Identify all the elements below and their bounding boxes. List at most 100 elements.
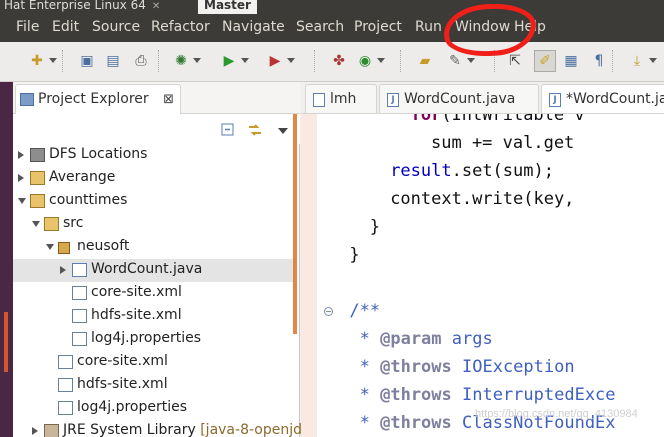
code-token: @throws	[380, 385, 452, 405]
chevron-down-icon[interactable]	[649, 58, 657, 63]
tab-project-explorer[interactable]: Project Explorer ⊠	[15, 84, 181, 114]
menu-window[interactable]: Window	[455, 19, 510, 35]
search-icon[interactable]: ✎	[446, 52, 475, 70]
java-file-icon: J	[387, 93, 399, 107]
new-java-package-icon[interactable]: ✤	[330, 52, 348, 70]
next-annotation-icon[interactable]: ⤓	[628, 52, 657, 70]
tree-item[interactable]: log4j.properties	[13, 328, 295, 351]
close-icon[interactable]: ⊠	[163, 92, 174, 107]
java-file-icon: J	[549, 93, 561, 107]
code-line: * @param args	[349, 329, 493, 349]
toolbar-separator	[62, 50, 63, 72]
expanded-arrow-icon[interactable]	[18, 198, 26, 204]
window-tab-master[interactable]: Master	[198, 0, 257, 14]
file-icon	[72, 286, 87, 300]
project-icon	[30, 171, 45, 185]
expanded-arrow-icon[interactable]	[46, 244, 54, 250]
code-token: sum += val.get	[431, 133, 575, 153]
perspective-icon[interactable]: ⇱	[506, 52, 524, 70]
chevron-down-icon[interactable]	[467, 58, 475, 63]
tab-wordcount-java[interactable]: J WordCount.java	[379, 84, 539, 113]
explorer-scrollbar[interactable]	[293, 114, 297, 334]
chevron-down-icon[interactable]	[241, 58, 249, 63]
menu-project[interactable]: Project	[354, 19, 402, 35]
debug-icon[interactable]: ✺	[172, 52, 201, 70]
close-icon[interactable]: ✕	[152, 1, 160, 12]
tree-item-label: Averange	[49, 169, 116, 185]
menu-edit[interactable]: Edit	[52, 19, 79, 35]
menu-help[interactable]: Help	[514, 19, 546, 35]
project-tree: DFS Locations Averange counttimes src neusof…	[13, 144, 310, 437]
tree-item[interactable]: hdfs-site.xml	[13, 374, 295, 397]
code-token: }	[349, 245, 360, 265]
code-token: *	[349, 385, 381, 405]
view-menu-icon[interactable]	[277, 122, 291, 136]
collapsed-arrow-icon[interactable]	[18, 174, 24, 182]
tree-item[interactable]: counttimes	[13, 190, 295, 213]
collapsed-arrow-icon[interactable]	[32, 427, 38, 435]
menu-refactor[interactable]: Refactor	[151, 19, 210, 35]
menu-navigate[interactable]: Navigate	[222, 19, 285, 35]
tree-item[interactable]: src	[13, 213, 295, 236]
menu-search[interactable]: Search	[296, 19, 344, 35]
chevron-down-icon[interactable]	[49, 58, 57, 63]
tree-item-label: hdfs-site.xml	[77, 376, 168, 392]
tree-item[interactable]: DFS Locations	[13, 144, 295, 167]
collapsed-arrow-icon[interactable]	[60, 266, 66, 274]
chevron-down-icon[interactable]	[287, 58, 295, 63]
project-icon	[30, 194, 45, 208]
new-class-icon[interactable]: ◉	[356, 52, 385, 70]
collapse-all-icon[interactable]	[221, 122, 235, 136]
link-with-editor-icon[interactable]	[247, 122, 261, 136]
expanded-arrow-icon[interactable]	[32, 221, 40, 227]
watermark: https://blog.csdn.net/qq_4130984	[475, 408, 638, 420]
code-token: }	[369, 217, 381, 237]
code-token: .set(sum);	[451, 161, 554, 181]
tree-item[interactable]: core-site.xml	[13, 351, 295, 374]
tree-item-label: DFS Locations	[49, 146, 148, 162]
collapsed-arrow-icon[interactable]	[18, 151, 24, 159]
tree-item-label: hdfs-site.xml	[91, 307, 182, 323]
toolbar-separator	[612, 50, 613, 72]
window-tab-strip: Hat Enterprise Linux 64 ✕ Master	[0, 0, 664, 14]
code-line: }	[370, 217, 380, 237]
code-token: for	[410, 114, 442, 125]
toolbar-separator	[158, 50, 159, 72]
tree-item[interactable]: WordCount.java	[13, 259, 295, 282]
run-config-icon[interactable]: ▶	[266, 52, 295, 70]
open-type-icon[interactable]: ▰	[416, 52, 434, 70]
tree-item[interactable]: hdfs-site.xml	[13, 305, 295, 328]
tree-item[interactable]: JRE System Library [java-8-openjdk	[13, 420, 310, 437]
print-icon[interactable]: ⎙	[132, 52, 150, 70]
save-all-icon[interactable]: ▤	[104, 52, 122, 70]
editor-gutter	[301, 114, 317, 437]
tree-item-decoration: [java-8-openjdk	[200, 422, 311, 437]
toolbar-separator	[494, 50, 495, 72]
code-token: *	[349, 357, 381, 377]
fold-toggle-icon[interactable]: −	[324, 307, 333, 316]
code-text[interactable]: for(IntWritable v sum += val.get result.se…	[337, 114, 664, 437]
tree-item[interactable]: Averange	[13, 167, 295, 190]
code-token: args	[441, 329, 493, 349]
chevron-down-icon[interactable]	[193, 58, 201, 63]
new-icon[interactable]: ✚	[28, 52, 57, 70]
menu-run[interactable]: Run	[415, 19, 442, 35]
tree-item[interactable]: neusoft	[13, 236, 295, 259]
tree-item[interactable]: log4j.properties	[13, 397, 295, 420]
mark-occurrences-icon[interactable]: ✐	[534, 50, 556, 72]
chevron-down-icon[interactable]	[377, 58, 385, 63]
window-tab-rhel[interactable]: Hat Enterprise Linux 64 ✕	[0, 0, 166, 14]
tree-item-label: JRE System Library	[63, 422, 201, 437]
save-icon[interactable]: ▣	[78, 52, 96, 70]
file-icon	[58, 355, 73, 369]
tree-item[interactable]: core-site.xml	[13, 282, 295, 305]
block-selection-icon[interactable]: ▦	[562, 52, 580, 70]
tab-lmh[interactable]: lmh	[305, 84, 377, 113]
show-whitespace-icon[interactable]: ¶	[590, 52, 608, 70]
run-icon[interactable]: ▶	[220, 52, 249, 70]
tab-wordcount-java-modified[interactable]: J*WordCount.java	[541, 84, 664, 113]
code-line: }	[349, 245, 359, 265]
change-marker	[301, 114, 317, 437]
menu-file[interactable]: File	[16, 19, 39, 35]
menu-source[interactable]: Source	[92, 19, 140, 35]
